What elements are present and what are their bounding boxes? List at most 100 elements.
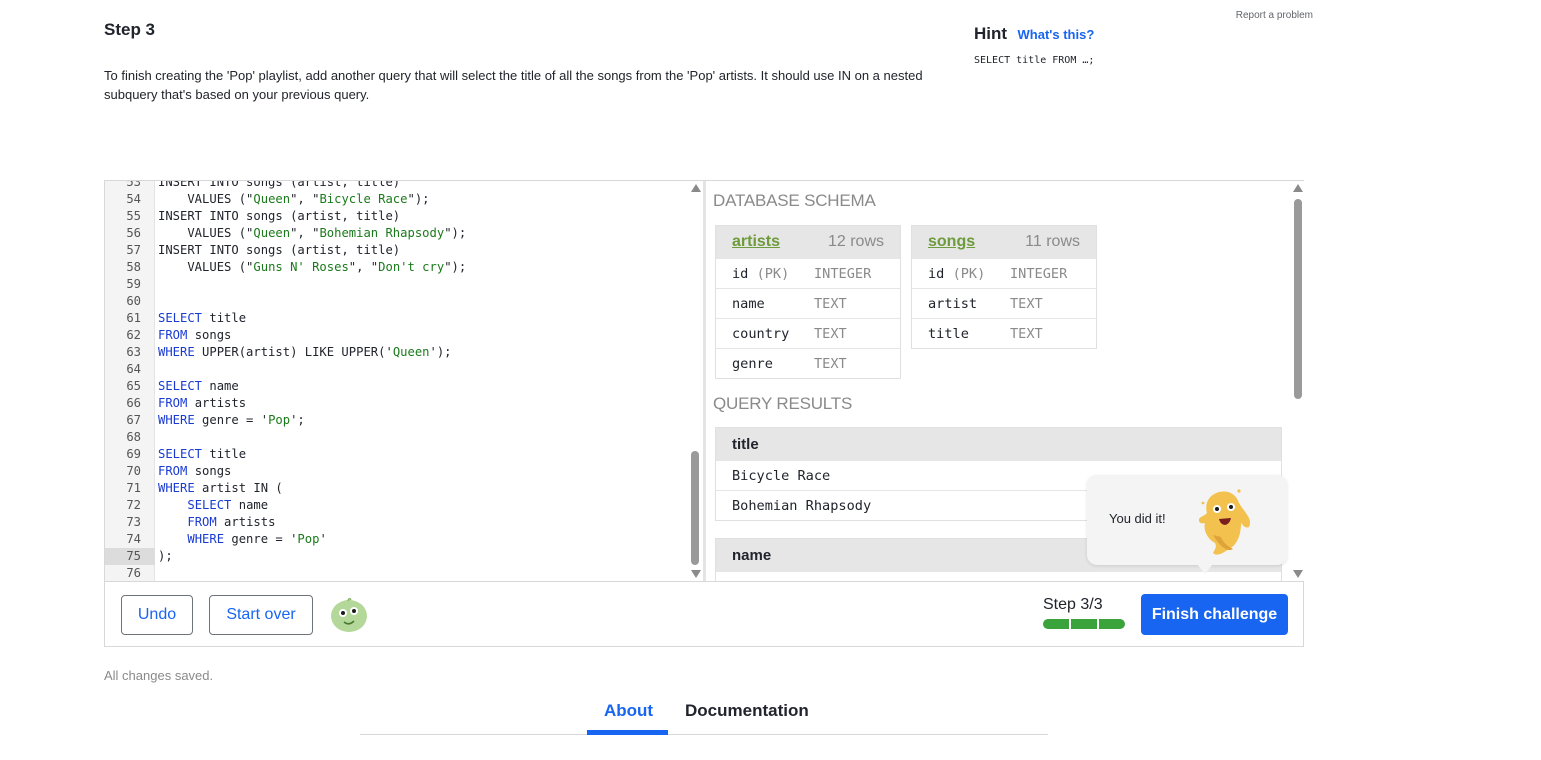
pane-divider[interactable] [703,181,706,582]
schema-column: genre TEXT [716,348,900,378]
column-type: TEXT [814,325,847,342]
code-text[interactable]: FROM songs [158,463,231,480]
column-name: artist [928,295,978,312]
line-number: 70 [126,464,141,478]
table-row-count: 12 rows [827,233,884,250]
code-text[interactable]: WHERE genre = 'Pop'; [158,412,305,429]
code-editor[interactable]: 53 INSERT INTO songs (artist, title) 54 VA… [105,181,705,582]
line-number: 56 [126,226,141,240]
column-type: TEXT [1010,325,1043,342]
schema-table-artists: artists 12 rows id (PK) INTEGER name TEX… [715,225,901,379]
code-text[interactable]: FROM artists [158,514,275,531]
code-text[interactable]: WHERE UPPER(artist) LIKE UPPER('Queen'); [158,344,452,361]
challenge-workspace: 53 INSERT INTO songs (artist, title) 54 VA… [104,180,1304,582]
report-problem-link[interactable]: Report a problem [1236,10,1313,21]
line-number: 75 [105,548,155,565]
schema-column: name TEXT [716,288,900,318]
schema-column: id (PK) INTEGER [716,258,900,288]
line-number: 60 [126,294,141,308]
column-type: INTEGER [1010,265,1068,282]
code-text[interactable]: SELECT title [158,446,246,463]
editor-scrollbar[interactable] [689,181,703,582]
hint-header: Hint What's this? [974,24,1094,44]
celebration-mascot-icon [1198,489,1251,555]
progress-segment [1071,619,1097,629]
active-tab-indicator [587,730,668,735]
scroll-up-arrow-icon[interactable] [1293,184,1303,192]
column-type: TEXT [1010,295,1043,312]
code-text[interactable]: WHERE genre = 'Pop' [158,531,326,548]
line-number: 54 [126,192,141,206]
code-text[interactable]: INSERT INTO songs (artist, title) [158,208,400,225]
scroll-down-arrow-icon[interactable] [691,570,701,578]
code-text[interactable]: SELECT name [158,378,239,395]
primary-key-marker: (PK) [756,265,790,282]
column-name: title [928,325,969,342]
bottom-tabs: About Documentation [360,695,1048,735]
line-number: 58 [126,260,141,274]
scroll-up-arrow-icon[interactable] [691,184,701,192]
scroll-down-arrow-icon[interactable] [1293,570,1303,578]
output-scroll-thumb[interactable] [1294,199,1302,399]
column-name: id [928,265,945,282]
mascot-avatar-icon [331,597,367,632]
schema-table-header: artists 12 rows [716,226,900,258]
tab-about[interactable]: About [604,701,653,721]
code-text[interactable]: VALUES ("Queen", "Bohemian Rhapsody"); [158,225,466,242]
line-number: 62 [126,328,141,342]
schema-column: country TEXT [716,318,900,348]
line-number: 71 [126,481,141,495]
hint-code: SELECT title FROM …; [974,55,1095,66]
editor-scroll-thumb[interactable] [691,451,699,565]
step-title: Step 3 [104,20,156,39]
column-name: genre [732,355,773,372]
table-row-count: 11 rows [1025,233,1080,250]
code-text[interactable]: INSERT INTO songs (artist, title) [158,242,400,259]
output-scrollbar[interactable] [1291,181,1304,582]
line-number: 61 [126,311,141,325]
code-text[interactable]: INSERT INTO songs (artist, title) [158,181,400,191]
column-name: country [732,325,790,342]
table-name-link[interactable]: artists [732,233,780,251]
schema-column: artist TEXT [912,288,1096,318]
success-message: You did it! [1109,511,1166,526]
column-type: TEXT [814,295,847,312]
code-text[interactable]: FROM songs [158,327,231,344]
hint-title: Hint [974,24,1008,43]
schema-table-header: songs 11 rows [912,226,1096,258]
schema-table-songs: songs 11 rows id (PK) INTEGER artist TEX… [911,225,1097,349]
code-text[interactable]: WHERE artist IN ( [158,480,283,497]
column-type: INTEGER [814,265,872,282]
line-number: 73 [126,515,141,529]
code-text[interactable]: SELECT title [158,310,246,327]
database-schema-title: DATABASE SCHEMA [713,191,876,210]
whats-this-link[interactable]: What's this? [1018,27,1095,42]
code-text[interactable]: FROM artists [158,395,246,412]
line-number: 55 [126,209,141,223]
column-name: name [732,295,765,312]
line-number: 66 [126,396,141,410]
save-status: All changes saved. [104,668,214,683]
undo-button[interactable]: Undo [121,595,193,635]
line-number: 72 [126,498,141,512]
tab-documentation[interactable]: Documentation [685,701,809,721]
line-number: 65 [126,379,141,393]
line-number: 68 [126,430,141,444]
start-over-button[interactable]: Start over [209,595,313,635]
code-text[interactable]: SELECT name [158,497,268,514]
line-number: 64 [126,362,141,376]
step-counter: Step 3/3 [1043,596,1103,613]
challenge-toolbar: Undo Start over Step 3/3 Finish challeng… [104,581,1304,647]
success-bubble: You did it! [1087,475,1287,574]
table-name-link[interactable]: songs [928,233,975,251]
step-progress-bar [1043,619,1125,629]
code-text[interactable]: VALUES ("Queen", "Bicycle Race"); [158,191,429,208]
column-name: id [732,265,749,282]
finish-challenge-button[interactable]: Finish challenge [1141,594,1288,635]
line-number: 69 [126,447,141,461]
bubble-tail [1197,564,1213,574]
code-text[interactable]: VALUES ("Guns N' Roses", "Don't cry"); [158,259,466,276]
code-text[interactable]: ); [158,548,173,565]
primary-key-marker: (PK) [952,265,986,282]
line-number: 63 [126,345,141,359]
